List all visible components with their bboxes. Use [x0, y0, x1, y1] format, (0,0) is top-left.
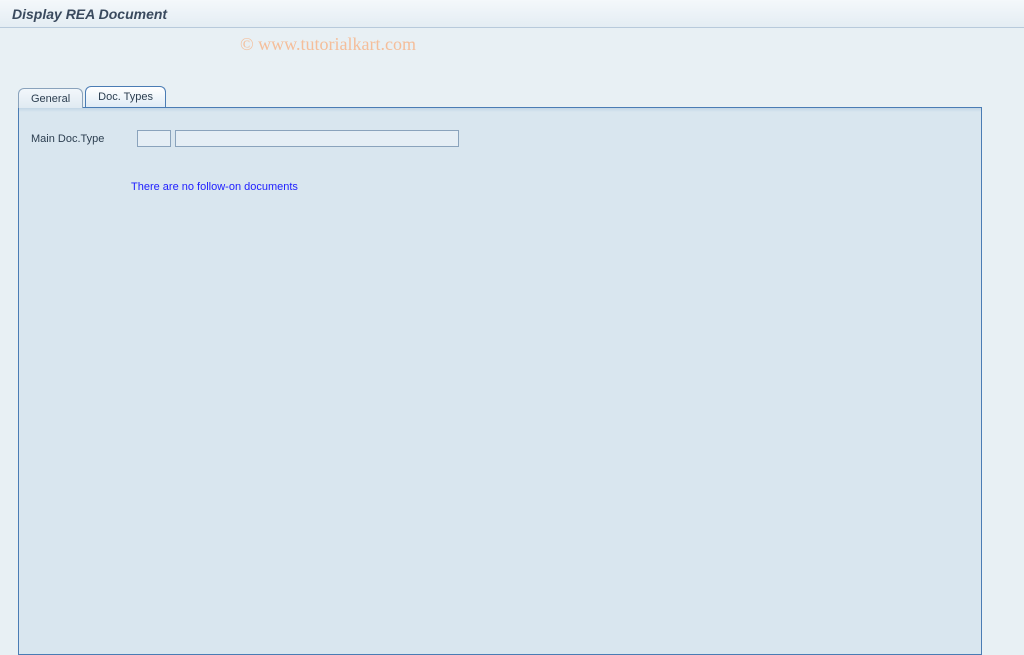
main-doc-type-desc-input[interactable] [175, 130, 459, 147]
tab-label: Doc. Types [98, 91, 153, 103]
tab-general[interactable]: General [18, 88, 83, 108]
tab-container: General Doc. Types Main Doc.Type There a… [18, 86, 1024, 655]
tab-strip: General Doc. Types [18, 86, 1024, 107]
main-doc-type-label: Main Doc.Type [29, 133, 137, 145]
tab-doc-types[interactable]: Doc. Types [85, 86, 166, 107]
header-bar: Display REA Document [0, 0, 1024, 28]
toolbar-strip [0, 28, 1024, 58]
main-doc-type-code-input[interactable] [137, 130, 171, 147]
info-message: There are no follow-on documents [29, 181, 981, 193]
page-title: Display REA Document [12, 6, 167, 22]
tab-panel-doc-types: Main Doc.Type There are no follow-on doc… [18, 107, 982, 655]
tab-label: General [31, 93, 70, 105]
form-row-main-doc-type: Main Doc.Type [29, 130, 981, 147]
